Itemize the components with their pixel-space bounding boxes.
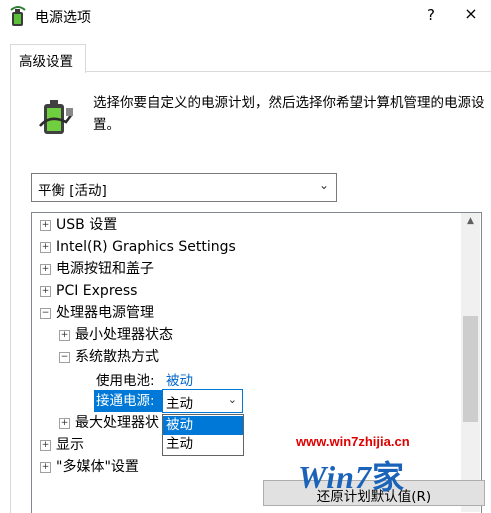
- settings-tree[interactable]: + USB 设置 + Intel(R) Graphics Settings + …: [31, 212, 482, 513]
- scrollbar-thumb[interactable]: [463, 316, 478, 422]
- tree-item-label: 显示: [56, 437, 84, 453]
- tree-item-label: 处理器电源管理: [56, 305, 154, 321]
- tree-item-label: USB 设置: [56, 217, 118, 233]
- plugged-in-label: 接通电源:: [94, 390, 162, 412]
- watermark-logo: Win7家: [298, 452, 405, 498]
- collapse-icon[interactable]: −: [40, 308, 51, 319]
- window-title: 电源选项: [35, 10, 91, 26]
- expand-icon[interactable]: +: [40, 242, 51, 253]
- close-button[interactable]: ×: [460, 4, 482, 26]
- tree-item-label: PCI Express: [56, 283, 138, 299]
- battery-plug-icon: [39, 100, 73, 134]
- plugged-in-value: 主动: [166, 396, 193, 412]
- title-bar: 电源选项 ? ×: [0, 0, 491, 34]
- tree-item-label: 最小处理器状态: [75, 327, 173, 343]
- expand-icon[interactable]: +: [40, 440, 51, 451]
- on-battery-label: 使用电池:: [96, 373, 155, 389]
- option-active[interactable]: 主动: [163, 435, 243, 454]
- tree-item-label: "多媒体"设置: [56, 459, 139, 475]
- collapse-icon[interactable]: −: [59, 352, 70, 363]
- on-battery-value-link[interactable]: 被动: [166, 369, 193, 389]
- power-plan-select[interactable]: 平衡 [活动] ⌄: [31, 173, 337, 202]
- power-options-icon: [10, 6, 26, 26]
- expand-icon[interactable]: +: [59, 418, 70, 429]
- power-plan-value: 平衡 [活动]: [38, 183, 107, 199]
- tab-advanced-settings[interactable]: 高级设置: [10, 44, 86, 73]
- tree-item-label: 电源按钮和盖子: [56, 261, 154, 277]
- tree-item-label: Intel(R) Graphics Settings: [56, 239, 236, 255]
- help-button[interactable]: ?: [421, 6, 441, 26]
- option-passive[interactable]: 被动: [163, 416, 243, 435]
- chevron-down-icon: ⌄: [318, 178, 329, 192]
- expand-icon[interactable]: +: [40, 286, 51, 297]
- watermark-logo-suffix: 家: [371, 459, 405, 495]
- plugged-in-select[interactable]: 主动 ⌄: [162, 389, 243, 413]
- expand-icon[interactable]: +: [40, 462, 51, 473]
- tab-label: 高级设置: [19, 54, 73, 70]
- tree-item-label: 最大处理器状: [75, 415, 159, 431]
- scroll-up-icon[interactable]: ▲: [461, 213, 480, 230]
- watermark-logo-text: Win7: [298, 459, 372, 495]
- chevron-down-icon: ⌄: [227, 393, 237, 406]
- expand-icon[interactable]: +: [59, 330, 70, 341]
- tree-item-label: 系统散热方式: [75, 349, 159, 365]
- expand-icon[interactable]: +: [40, 264, 51, 275]
- plugged-in-options: 被动 主动: [162, 414, 244, 456]
- expand-icon[interactable]: +: [40, 220, 51, 231]
- description-text: 选择你要自定义的电源计划，然后选择你希望计算机管理的电源设置。: [93, 95, 485, 133]
- watermark-url: www.win7zhijia.cn: [296, 434, 410, 449]
- tree-scrollbar[interactable]: ▲: [461, 213, 480, 512]
